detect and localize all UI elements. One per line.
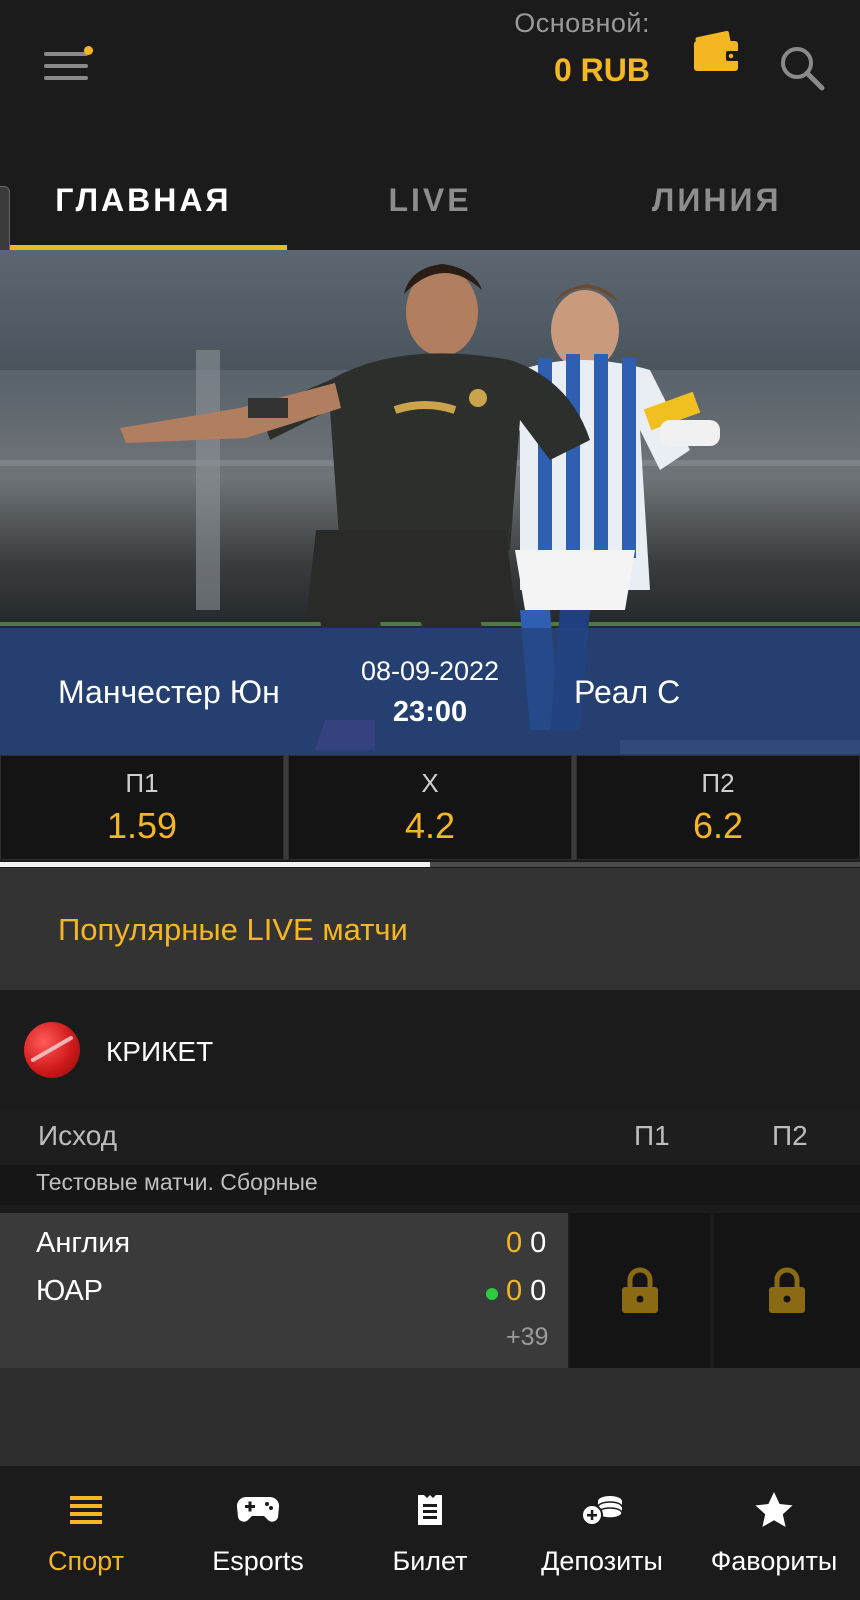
odd-label: П2	[701, 768, 735, 798]
nav-esports[interactable]: Esports	[172, 1466, 344, 1600]
nav-favorites[interactable]: Фавориты	[688, 1466, 860, 1600]
market-outcome-label: Исход	[38, 1120, 118, 1151]
team-2-score-sub: 0	[530, 1275, 547, 1307]
nav-ticket[interactable]: Билет	[344, 1466, 516, 1600]
odd-p2-locked[interactable]	[714, 1213, 860, 1368]
sport-list-icon	[64, 1490, 108, 1530]
wallet-icon[interactable]	[694, 30, 740, 72]
content-spacer	[0, 1368, 860, 1466]
odd-label: X	[421, 768, 439, 798]
nav-label: Esports	[212, 1546, 304, 1576]
gamepad-icon	[236, 1490, 280, 1530]
team-1-score: 00	[506, 1227, 546, 1260]
top-bar: Основной: 0 RUB	[0, 0, 860, 140]
banner-team-away: Реал С	[574, 674, 681, 710]
team-2-score: 00	[506, 1275, 546, 1308]
balance-value[interactable]: 0 RUB	[554, 52, 650, 89]
market-header	[0, 1110, 860, 1165]
team-2-score-main: 0	[506, 1275, 523, 1307]
team-1-score-main: 0	[506, 1227, 523, 1259]
odd-label: П1	[125, 768, 159, 798]
odd-value: 1.59	[106, 805, 178, 846]
menu-icon[interactable]	[40, 42, 93, 90]
carousel-indicator	[0, 862, 860, 867]
market-col-p1: П1	[634, 1120, 670, 1151]
notification-dot	[84, 46, 93, 55]
odd-p1-locked[interactable]	[570, 1213, 710, 1368]
nav-label: Спорт	[48, 1546, 124, 1576]
sport-name: КРИКЕТ	[106, 1036, 214, 1067]
odd-p2-button[interactable]: П2 6.2	[576, 755, 860, 860]
odd-value: 4.2	[404, 805, 456, 846]
league-name: Тестовые матчи. Сборные	[36, 1169, 318, 1195]
ticket-icon	[408, 1490, 452, 1530]
more-markets-count[interactable]: +39	[506, 1323, 548, 1352]
team-1-name: Англия	[36, 1227, 131, 1259]
banner-team-home: Манчестер Юн	[58, 674, 280, 710]
popular-live-title: Популярные LIVE матчи	[58, 912, 408, 947]
banner-odds: П1 1.59 X 4.2 П2 6.2	[0, 755, 860, 860]
serving-indicator	[486, 1288, 498, 1300]
lock-icon	[769, 1267, 805, 1313]
main-tabs: ГЛАВНАЯ LIVE ЛИНИЯ	[0, 150, 860, 250]
tab-live[interactable]: LIVE	[287, 150, 574, 250]
nav-sport[interactable]: Спорт	[0, 1466, 172, 1600]
lock-icon	[622, 1267, 658, 1313]
match-row: Англия 00 ЮАР 00 +39	[0, 1213, 860, 1368]
bottom-navigation: Спорт Esports Билет Депозиты Фавориты	[0, 1466, 860, 1600]
team-2-name: ЮАР	[36, 1275, 104, 1307]
market-col-p2: П2	[772, 1120, 808, 1151]
nav-label: Билет	[392, 1546, 468, 1576]
cricket-ball-icon	[24, 1022, 80, 1078]
nav-label: Депозиты	[541, 1546, 663, 1576]
tab-main[interactable]: ГЛАВНАЯ	[0, 150, 287, 250]
search-icon[interactable]	[778, 44, 826, 92]
carousel-indicator-fill	[0, 862, 430, 867]
banner-match-time: 23:00	[392, 696, 468, 728]
tab-line[interactable]: ЛИНИЯ	[573, 150, 860, 250]
match-info[interactable]: Англия 00 ЮАР 00 +39	[0, 1213, 568, 1368]
star-icon	[752, 1490, 796, 1530]
nav-label: Фавориты	[710, 1546, 838, 1576]
odd-value: 6.2	[692, 805, 744, 846]
odd-p1-button[interactable]: П1 1.59	[0, 755, 284, 860]
odd-x-button[interactable]: X 4.2	[288, 755, 572, 860]
balance-label: Основной:	[514, 8, 650, 38]
nav-deposits[interactable]: Депозиты	[516, 1466, 688, 1600]
app-screen: Основной: 0 RUB ГЛАВНАЯ LIVE ЛИНИЯ Манче…	[0, 0, 860, 1600]
team-1-score-sub: 0	[530, 1227, 547, 1259]
banner-match-date: 08-09-2022	[360, 656, 500, 686]
coins-icon	[580, 1490, 624, 1530]
